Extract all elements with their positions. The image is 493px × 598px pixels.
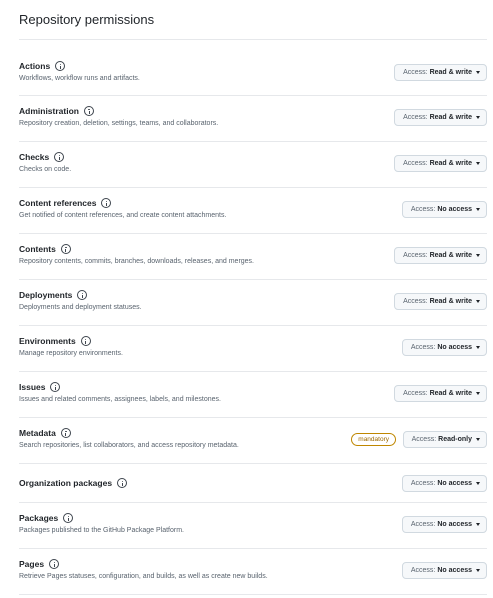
permission-description: Repository contents, commits, branches, …	[19, 258, 255, 265]
caret-down-icon	[476, 438, 480, 441]
title-divider	[19, 39, 487, 40]
caret-down-icon	[476, 162, 480, 165]
access-dropdown-environments[interactable]: Access: No access	[401, 339, 487, 356]
access-dropdown-checks[interactable]: Access: Read & write	[394, 155, 487, 172]
permission-row-deployments: Deployments Deployments and deployment s…	[19, 280, 487, 326]
permission-row-administration: Administration Repository creation, dele…	[19, 96, 487, 142]
access-value: Read & write	[429, 298, 472, 305]
caret-down-icon	[476, 208, 480, 211]
info-icon[interactable]	[83, 106, 94, 116]
caret-down-icon	[476, 392, 480, 395]
access-dropdown-issues[interactable]: Access: Read & write	[394, 385, 487, 402]
access-dropdown-metadata[interactable]: Access: Read-only	[402, 431, 487, 448]
access-dropdown-organization-packages[interactable]: Access: No access	[401, 475, 487, 492]
caret-down-icon	[476, 346, 480, 349]
permission-description: Manage repository environments.	[19, 350, 123, 357]
permission-name: Pages	[19, 559, 45, 569]
access-dropdown-administration[interactable]: Access: Read & write	[394, 109, 487, 126]
permission-row-pages: Pages Retrieve Pages statuses, configura…	[19, 549, 487, 595]
permission-description: Retrieve Pages statuses, configuration, …	[19, 573, 268, 580]
access-dropdown-pages[interactable]: Access: No access	[401, 562, 487, 579]
access-prefix: Access:	[403, 252, 428, 259]
access-value: No access	[437, 521, 472, 528]
access-dropdown-contents[interactable]: Access: Read & write	[394, 247, 487, 264]
caret-down-icon	[476, 116, 480, 119]
permission-row-content-references: Content references Get notified of conte…	[19, 188, 487, 234]
access-value: Read-only	[438, 436, 472, 443]
access-dropdown-content-references[interactable]: Access: No access	[401, 201, 487, 218]
access-prefix: Access:	[411, 436, 437, 443]
permission-description: Issues and related comments, assignees, …	[19, 396, 221, 403]
caret-down-icon	[476, 482, 480, 485]
permission-description: Packages published to the GitHub Package…	[19, 527, 184, 534]
info-icon[interactable]	[101, 198, 112, 208]
permission-name: Actions	[19, 61, 51, 71]
permission-description: Checks on code.	[19, 166, 72, 173]
access-prefix: Access:	[410, 567, 436, 574]
mandatory-badge: mandatory	[351, 433, 396, 446]
access-prefix: Access:	[403, 298, 428, 305]
caret-down-icon	[476, 254, 480, 257]
permission-name: Packages	[19, 513, 59, 523]
permission-row-organization-packages: Organization packages Access: No access	[19, 464, 487, 503]
info-icon[interactable]	[80, 336, 91, 346]
access-value: Read & write	[429, 252, 472, 259]
permission-description: Search repositories, list collaborators,…	[19, 442, 239, 449]
caret-down-icon	[476, 71, 480, 74]
permission-description: Deployments and deployment statuses.	[19, 304, 142, 311]
access-value: Read & write	[429, 160, 472, 167]
info-icon[interactable]	[117, 478, 128, 488]
access-value: No access	[437, 344, 472, 351]
caret-down-icon	[476, 300, 480, 303]
permission-name: Checks	[19, 152, 50, 162]
permission-row-checks: Checks Checks on code. Access: Read & wr…	[19, 142, 487, 188]
access-prefix: Access:	[403, 114, 428, 121]
access-prefix: Access:	[410, 480, 436, 487]
permission-row-issues: Issues Issues and related comments, assi…	[19, 372, 487, 418]
access-value: No access	[437, 480, 472, 487]
info-icon[interactable]	[63, 513, 74, 523]
permission-name: Contents	[19, 244, 56, 254]
permission-name: Issues	[19, 382, 46, 392]
access-prefix: Access:	[403, 69, 428, 76]
permission-name: Content references	[19, 198, 97, 208]
permission-row-contents: Contents Repository contents, commits, b…	[19, 234, 487, 280]
permissions-list: Actions Workflows, workflow runs and art…	[19, 49, 487, 595]
permission-row-actions: Actions Workflows, workflow runs and art…	[19, 49, 487, 96]
permission-name: Deployments	[19, 290, 73, 300]
caret-down-icon	[476, 569, 480, 572]
info-icon[interactable]	[55, 61, 66, 71]
access-prefix: Access:	[403, 390, 428, 397]
access-value: Read & write	[429, 69, 472, 76]
access-value: No access	[437, 206, 472, 213]
access-dropdown-deployments[interactable]: Access: Read & write	[394, 293, 487, 310]
permission-name: Organization packages	[19, 478, 113, 488]
permission-row-packages: Packages Packages published to the GitHu…	[19, 503, 487, 549]
access-prefix: Access:	[403, 160, 428, 167]
permission-name: Administration	[19, 106, 79, 116]
info-icon[interactable]	[60, 428, 71, 438]
access-prefix: Access:	[410, 206, 436, 213]
permission-description: Workflows, workflow runs and artifacts.	[19, 75, 140, 82]
permission-name: Environments	[19, 336, 76, 346]
info-icon[interactable]	[60, 244, 71, 254]
page-title: Repository permissions	[19, 12, 155, 27]
permission-name: Metadata	[19, 428, 56, 438]
access-value: Read & write	[429, 390, 472, 397]
access-dropdown-packages[interactable]: Access: No access	[401, 516, 487, 533]
info-icon[interactable]	[50, 382, 61, 392]
permission-row-metadata: Metadata Search repositories, list colla…	[19, 418, 487, 464]
permission-row-environments: Environments Manage repository environme…	[19, 326, 487, 372]
access-dropdown-actions[interactable]: Access: Read & write	[394, 64, 487, 81]
access-prefix: Access:	[410, 344, 436, 351]
permission-description: Repository creation, deletion, settings,…	[19, 120, 219, 127]
info-icon[interactable]	[77, 290, 88, 300]
permission-description: Get notified of content references, and …	[19, 212, 227, 219]
info-icon[interactable]	[54, 152, 65, 162]
info-icon[interactable]	[49, 559, 60, 569]
access-prefix: Access:	[410, 521, 436, 528]
access-value: No access	[437, 567, 472, 574]
caret-down-icon	[476, 523, 480, 526]
access-value: Read & write	[429, 114, 472, 121]
